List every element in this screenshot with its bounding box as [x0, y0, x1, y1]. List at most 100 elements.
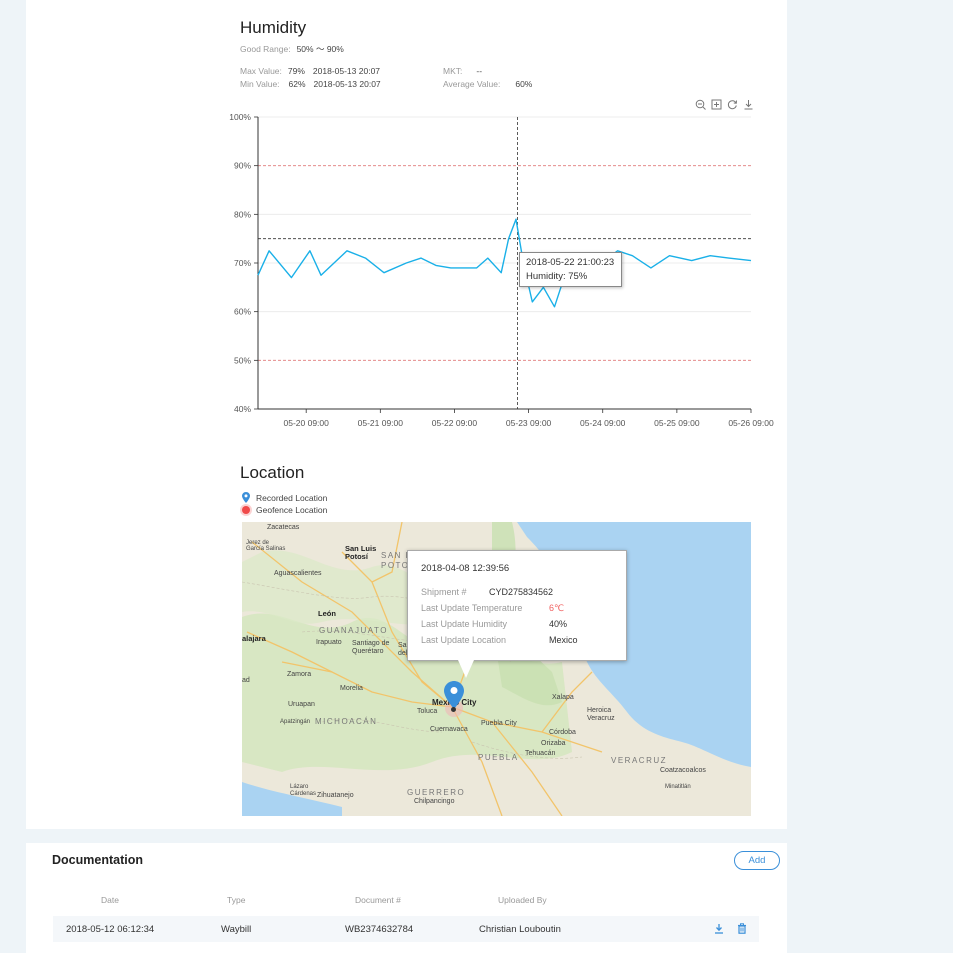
- map-label-coatzacoalcos: Coatzacoalcos: [660, 767, 706, 774]
- legend-geofence-label: Geofence Location: [256, 505, 328, 515]
- map-position-dot: [451, 707, 456, 712]
- popup-timestamp: 2018-04-08 12:39:56: [421, 563, 510, 574]
- humidity-title: Humidity: [240, 18, 307, 37]
- column-header-uploaded-by: Uploaded By: [498, 895, 547, 905]
- recorded-location-pin-icon[interactable]: [444, 681, 464, 709]
- x-tick-label: 05-22 09:00: [432, 418, 478, 428]
- avg-value: 60%: [515, 79, 533, 89]
- y-tick-label: 100%: [229, 112, 251, 122]
- map-label-leon: León: [318, 609, 336, 618]
- min-time: 2018-05-13 20:07: [313, 79, 381, 89]
- popup-location-label: Last Update Location: [421, 635, 507, 645]
- map-label-minatitlan: Minatitlán: [665, 784, 691, 790]
- good-range-label: Good Range:: [240, 44, 291, 54]
- row-date: 2018-05-12 06:12:34: [66, 924, 155, 935]
- chart-tooltip: 2018-05-22 21:00:23 Humidity: 75%: [519, 252, 622, 287]
- popup-temp-row: Last Update Temperature 6℃: [421, 600, 613, 616]
- map-label-chilpancingo: Chilpancingo: [414, 798, 455, 805]
- humidity-chart: 40% 50% 60% 70% 80% 90% 100% 05-20 09:00 05-21 0…: [229, 112, 774, 428]
- map-label-uruapan: Uruapan: [288, 701, 315, 708]
- good-range-value: 50% ～ 90%: [296, 44, 344, 54]
- documentation-title: Documentation: [52, 853, 143, 867]
- max-time: 2018-05-13 20:07: [312, 66, 381, 76]
- map-label-san-luis: San Luis Potosí: [345, 544, 377, 561]
- map-label-tehuacan: Tehuacán: [525, 750, 556, 757]
- map-label-morelia: Morelia: [340, 685, 363, 692]
- tooltip-value: Humidity: 75%: [526, 271, 588, 282]
- location-title: Location: [240, 463, 305, 482]
- max-value-row: Max Value: 79% 2018-05-13 20:07: [240, 66, 380, 76]
- geofence-dot-icon: [242, 506, 250, 514]
- trash-icon[interactable]: [737, 923, 747, 937]
- min-label: Min Value:: [240, 79, 280, 89]
- row-uploaded-by: Christian Louboutin: [479, 924, 561, 935]
- avg-label: Average Value:: [443, 79, 501, 89]
- average-row: Average Value: 60%: [443, 79, 532, 89]
- max-value: 79%: [287, 66, 305, 76]
- map-label-michoacan: MICHOACÁN: [315, 717, 378, 726]
- column-header-type: Type: [227, 895, 246, 905]
- column-header-date: Date: [101, 895, 119, 905]
- legend-recorded-label: Recorded Location: [256, 492, 328, 503]
- map-label-zacatecas: Zacatecas: [267, 524, 300, 531]
- map-label-jerez: Jerez de García Salinas: [246, 540, 286, 552]
- map-label-xalapa: Xalapa: [552, 694, 574, 701]
- map-label-santiago: Santiago de Querétaro: [352, 640, 390, 655]
- row-type: Waybill: [221, 924, 252, 935]
- x-tick-label: 05-24 09:00: [580, 418, 626, 428]
- y-tick-label: 40%: [234, 404, 251, 414]
- popup-location-value: Mexico: [549, 635, 578, 645]
- map-label-guadalajara: alajara: [242, 634, 266, 643]
- mkt-label: MKT:: [443, 66, 463, 76]
- min-value-row: Min Value: 62% 2018-05-13 20:07: [240, 79, 381, 89]
- map-label-cuernavaca: Cuernavaca: [430, 726, 468, 733]
- map-label-guanajuato: GUANAJUATO: [319, 626, 388, 635]
- x-tick-label: 05-20 09:00: [284, 418, 330, 428]
- popup-temp-label: Last Update Temperature: [421, 603, 523, 613]
- map-label-tala: ad: [242, 677, 250, 684]
- tooltip-time: 2018-05-22 21:00:23: [526, 257, 615, 268]
- map-label-puebla-city: Puebla City: [481, 720, 517, 727]
- popup-shipment-label: Shipment #: [421, 587, 467, 597]
- column-header-document: Document #: [355, 895, 401, 905]
- add-document-button[interactable]: Add: [734, 851, 780, 870]
- popup-humidity-value: 40%: [549, 619, 568, 629]
- map-label-guerrero: GUERRERO: [407, 788, 466, 797]
- map-label-zihuatanejo: Zihuatanejo: [317, 792, 354, 799]
- row-document: WB2374632784: [345, 924, 414, 935]
- min-value: 62%: [288, 79, 306, 89]
- popup-location-row: Last Update Location Mexico: [421, 632, 613, 648]
- y-tick-label: 90%: [234, 161, 251, 171]
- y-tick-label: 70%: [234, 258, 251, 268]
- popup-tail: [458, 660, 474, 678]
- map-label-heroica: Heroica Veracruz: [587, 707, 615, 722]
- map-label-veracruz: VERACRUZ: [611, 756, 668, 765]
- popup-humidity-label: Last Update Humidity: [421, 619, 508, 629]
- download-icon[interactable]: [714, 923, 724, 937]
- y-tick-label: 60%: [234, 307, 251, 317]
- x-tick-label: 05-23 09:00: [506, 418, 552, 428]
- mkt-row: MKT: --: [443, 66, 482, 76]
- mkt-value: --: [476, 66, 483, 76]
- x-tick-label: 05-26 09:00: [728, 418, 774, 428]
- x-tick-label: 05-25 09:00: [654, 418, 700, 428]
- good-range: Good Range: 50% ～ 90%: [240, 43, 344, 55]
- legend-recorded: Recorded Location: [242, 492, 327, 503]
- popup-temp-value: 6℃: [549, 603, 565, 613]
- map-label-irapuato: Irapuato: [316, 639, 342, 646]
- map-label-apatzingan: Apatzingán: [280, 719, 311, 725]
- popup-shipment-value: CYD275834562: [489, 587, 554, 597]
- map-label-toluca: Toluca: [417, 708, 438, 715]
- legend-geofence: Geofence Location: [242, 505, 327, 515]
- max-label: Max Value:: [240, 66, 282, 76]
- map-label-orizaba: Orizaba: [541, 740, 566, 747]
- map-pin-icon: [242, 492, 250, 503]
- map-label-cordoba: Córdoba: [549, 729, 576, 736]
- map-label-zamora: Zamora: [287, 671, 312, 678]
- map-label-lazaro: Lázaro Cárdenas: [290, 784, 317, 797]
- map-info-popup: 2018-04-08 12:39:56 Shipment # CYD275834…: [407, 550, 627, 661]
- map-label-puebla: PUEBLA: [478, 753, 519, 762]
- y-tick-label: 50%: [234, 355, 251, 365]
- popup-humidity-row: Last Update Humidity 40%: [421, 616, 613, 632]
- popup-shipment-row: Shipment # CYD275834562: [421, 584, 613, 600]
